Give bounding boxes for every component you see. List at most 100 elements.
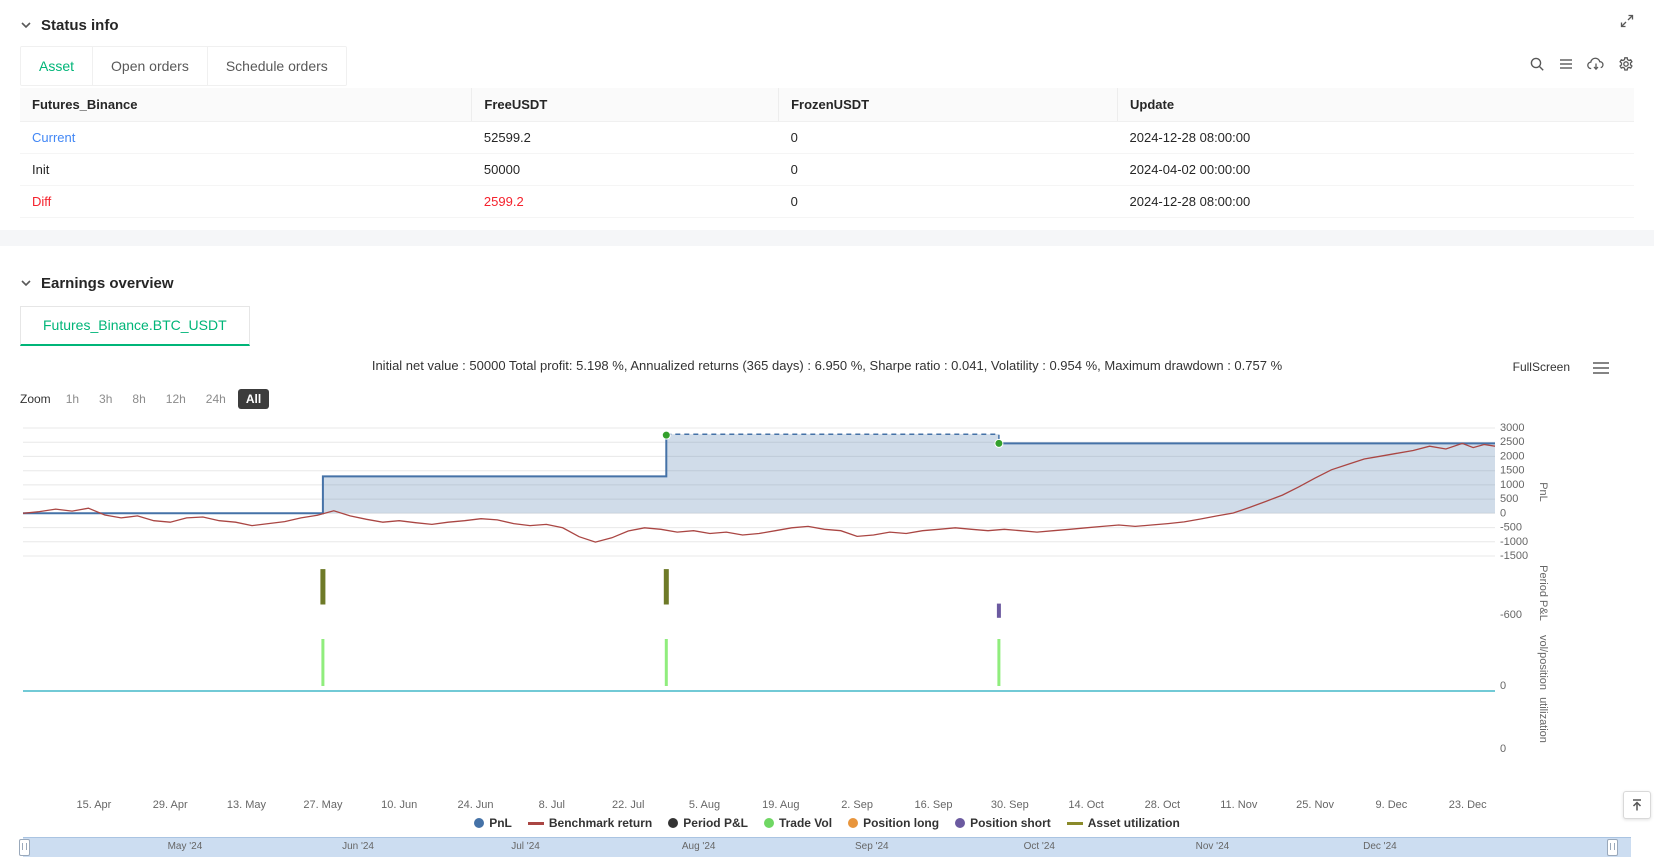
legend-label: Position short bbox=[970, 816, 1051, 830]
navigator-right-handle[interactable] bbox=[1607, 839, 1618, 856]
status-info-header: Status info bbox=[20, 0, 1634, 40]
cloud-download-icon[interactable] bbox=[1587, 56, 1605, 72]
row-label: Init bbox=[20, 153, 472, 186]
column-header-freeusdt: FreeUSDT bbox=[471, 88, 779, 122]
cell-frozen-usdt: 0 bbox=[778, 185, 1118, 218]
svg-text:16. Sep: 16. Sep bbox=[915, 799, 953, 811]
earnings-chart[interactable]: 3000 2500 2000 1500 1000 500 0 -500 -1000 -1500 -6… bbox=[0, 414, 1654, 814]
earnings-summary-text: Initial net value : 50000 Total profit: … bbox=[371, 358, 1283, 373]
svg-text:0: 0 bbox=[1500, 743, 1506, 755]
earnings-header: Earnings overview bbox=[20, 258, 1634, 298]
chart-menu-icon[interactable] bbox=[1592, 361, 1610, 375]
column-header-frozenusdt: FrozenUSDT bbox=[778, 88, 1118, 122]
zoom-8h[interactable]: 8h bbox=[124, 389, 153, 409]
svg-text:23. Dec: 23. Dec bbox=[1449, 799, 1487, 811]
legend-item-trade-vol[interactable]: Trade Vol bbox=[763, 816, 832, 830]
navigator-month-label: Sep '24 bbox=[854, 841, 889, 852]
cell-frozen-usdt: 0 bbox=[778, 121, 1118, 154]
svg-text:5. Aug: 5. Aug bbox=[689, 799, 720, 811]
tab-asset[interactable]: Asset bbox=[21, 47, 94, 85]
row-label: Diff bbox=[20, 185, 472, 218]
zoom-12h[interactable]: 12h bbox=[158, 389, 194, 409]
zoom-all[interactable]: All bbox=[237, 389, 270, 409]
svg-text:11. Nov: 11. Nov bbox=[1220, 799, 1258, 811]
legend-item-period-p-l[interactable]: Period P&L bbox=[668, 816, 748, 830]
svg-text:PnL: PnL bbox=[1537, 482, 1549, 502]
zoom-24h[interactable]: 24h bbox=[198, 389, 234, 409]
chart-legend: PnL Benchmark return Period P&L Trade Vol Po… bbox=[20, 814, 1634, 832]
navigator-month-label: Oct '24 bbox=[1023, 841, 1055, 852]
status-tabs-row: Asset Open orders Schedule orders bbox=[20, 46, 1634, 86]
collapse-chevron-icon[interactable] bbox=[20, 277, 32, 289]
svg-text:1000: 1000 bbox=[1500, 479, 1524, 491]
status-tabs: Asset Open orders Schedule orders bbox=[20, 46, 347, 86]
legend-item-asset-utilization[interactable]: Asset utilization bbox=[1066, 816, 1180, 830]
zoom-1h[interactable]: 1h bbox=[58, 389, 87, 409]
fullscreen-button[interactable]: FullScreen bbox=[1513, 360, 1570, 374]
cell-free-usdt: 52599.2 bbox=[471, 121, 779, 154]
svg-text:24. Jun: 24. Jun bbox=[457, 799, 493, 811]
tab-open-orders[interactable]: Open orders bbox=[93, 47, 208, 85]
legend-marker bbox=[848, 818, 859, 828]
legend-label: Period P&L bbox=[683, 816, 748, 830]
earnings-overview-panel: Earnings overview Futures_Binance.BTC_US… bbox=[0, 246, 1654, 857]
svg-text:utilization: utilization bbox=[1537, 697, 1549, 743]
svg-text:1500: 1500 bbox=[1500, 465, 1524, 477]
navigator-month-label: Jun '24 bbox=[342, 841, 374, 852]
legend-item-position-long[interactable]: Position long bbox=[848, 816, 939, 830]
svg-text:500: 500 bbox=[1500, 493, 1518, 505]
legend-marker bbox=[955, 818, 966, 828]
asset-table: Futures_Binance FreeUSDT FrozenUSDT Update … bbox=[20, 88, 1634, 218]
zoom-3h[interactable]: 3h bbox=[91, 389, 120, 409]
legend-label: PnL bbox=[489, 816, 512, 830]
svg-text:27. May: 27. May bbox=[303, 799, 343, 811]
cell-update: 2024-12-28 08:00:00 bbox=[1117, 121, 1634, 154]
svg-text:3000: 3000 bbox=[1500, 422, 1524, 434]
navigator-left-handle[interactable] bbox=[19, 839, 30, 856]
table-row: Diff 2599.2 0 2024-12-28 08:00:00 bbox=[20, 185, 1634, 218]
navigator-month-label: Dec '24 bbox=[1363, 841, 1397, 852]
svg-text:2. Sep: 2. Sep bbox=[841, 799, 873, 811]
svg-text:-1000: -1000 bbox=[1500, 536, 1528, 548]
svg-text:-600: -600 bbox=[1500, 609, 1522, 621]
zoom-buttons: 1h 3h 8h 12h 24h All bbox=[58, 389, 270, 409]
tab-schedule-orders[interactable]: Schedule orders bbox=[207, 47, 346, 85]
svg-text:28. Oct: 28. Oct bbox=[1145, 799, 1180, 811]
navigator-month-label: Jul '24 bbox=[511, 841, 540, 852]
expand-icon[interactable] bbox=[1620, 14, 1634, 28]
row-label[interactable]: Current bbox=[20, 121, 472, 154]
search-icon[interactable] bbox=[1529, 56, 1545, 72]
legend-marker bbox=[668, 818, 679, 828]
cell-update: 2024-12-28 08:00:00 bbox=[1117, 185, 1634, 218]
navigator-month-label: May '24 bbox=[167, 841, 203, 852]
svg-text:-1500: -1500 bbox=[1500, 550, 1528, 562]
tab-futures-binance-btc-usdt[interactable]: Futures_Binance.BTC_USDT bbox=[20, 306, 250, 346]
legend-marker bbox=[527, 821, 544, 825]
collapse-chevron-icon[interactable] bbox=[20, 19, 32, 31]
earnings-chart-svg[interactable]: 3000 2500 2000 1500 1000 500 0 -500 -1000 -1500 -6… bbox=[0, 414, 1654, 814]
legend-item-benchmark-return[interactable]: Benchmark return bbox=[527, 816, 652, 830]
legend-item-pnl[interactable]: PnL bbox=[474, 816, 512, 830]
earnings-summary-row: Initial net value : 50000 Total profit: … bbox=[20, 358, 1634, 376]
panel-title: Status info bbox=[41, 16, 119, 34]
svg-text:vol/position: vol/position bbox=[1537, 635, 1549, 690]
zoom-range-selector: Zoom 1h 3h 8h 12h 24h All bbox=[20, 388, 1634, 410]
table-toolbar bbox=[1529, 56, 1634, 72]
gear-icon[interactable] bbox=[1618, 56, 1634, 72]
svg-text:25. Nov: 25. Nov bbox=[1296, 799, 1334, 811]
legend-item-position-short[interactable]: Position short bbox=[955, 816, 1051, 830]
svg-text:-500: -500 bbox=[1500, 522, 1522, 534]
column-header-futures-binance: Futures_Binance bbox=[20, 88, 472, 122]
status-info-panel: Status info Asset Open orders Schedule ord… bbox=[0, 0, 1654, 218]
list-icon[interactable] bbox=[1558, 56, 1574, 72]
svg-text:22. Jul: 22. Jul bbox=[612, 799, 644, 811]
svg-text:29. Apr: 29. Apr bbox=[153, 799, 188, 811]
svg-text:10. Jun: 10. Jun bbox=[381, 799, 417, 811]
scroll-to-top-button[interactable] bbox=[1623, 791, 1651, 819]
chart-navigator[interactable]: May '24 Jun '24 Jul '24 Aug '24 Sep '24 Oct '… bbox=[0, 837, 1654, 857]
cell-frozen-usdt: 0 bbox=[778, 153, 1118, 186]
navigator-month-label: Aug '24 bbox=[681, 841, 716, 852]
navigator-month-label: Nov '24 bbox=[1195, 841, 1230, 852]
legend-marker bbox=[1066, 821, 1083, 825]
legend-label: Position long bbox=[863, 816, 940, 830]
